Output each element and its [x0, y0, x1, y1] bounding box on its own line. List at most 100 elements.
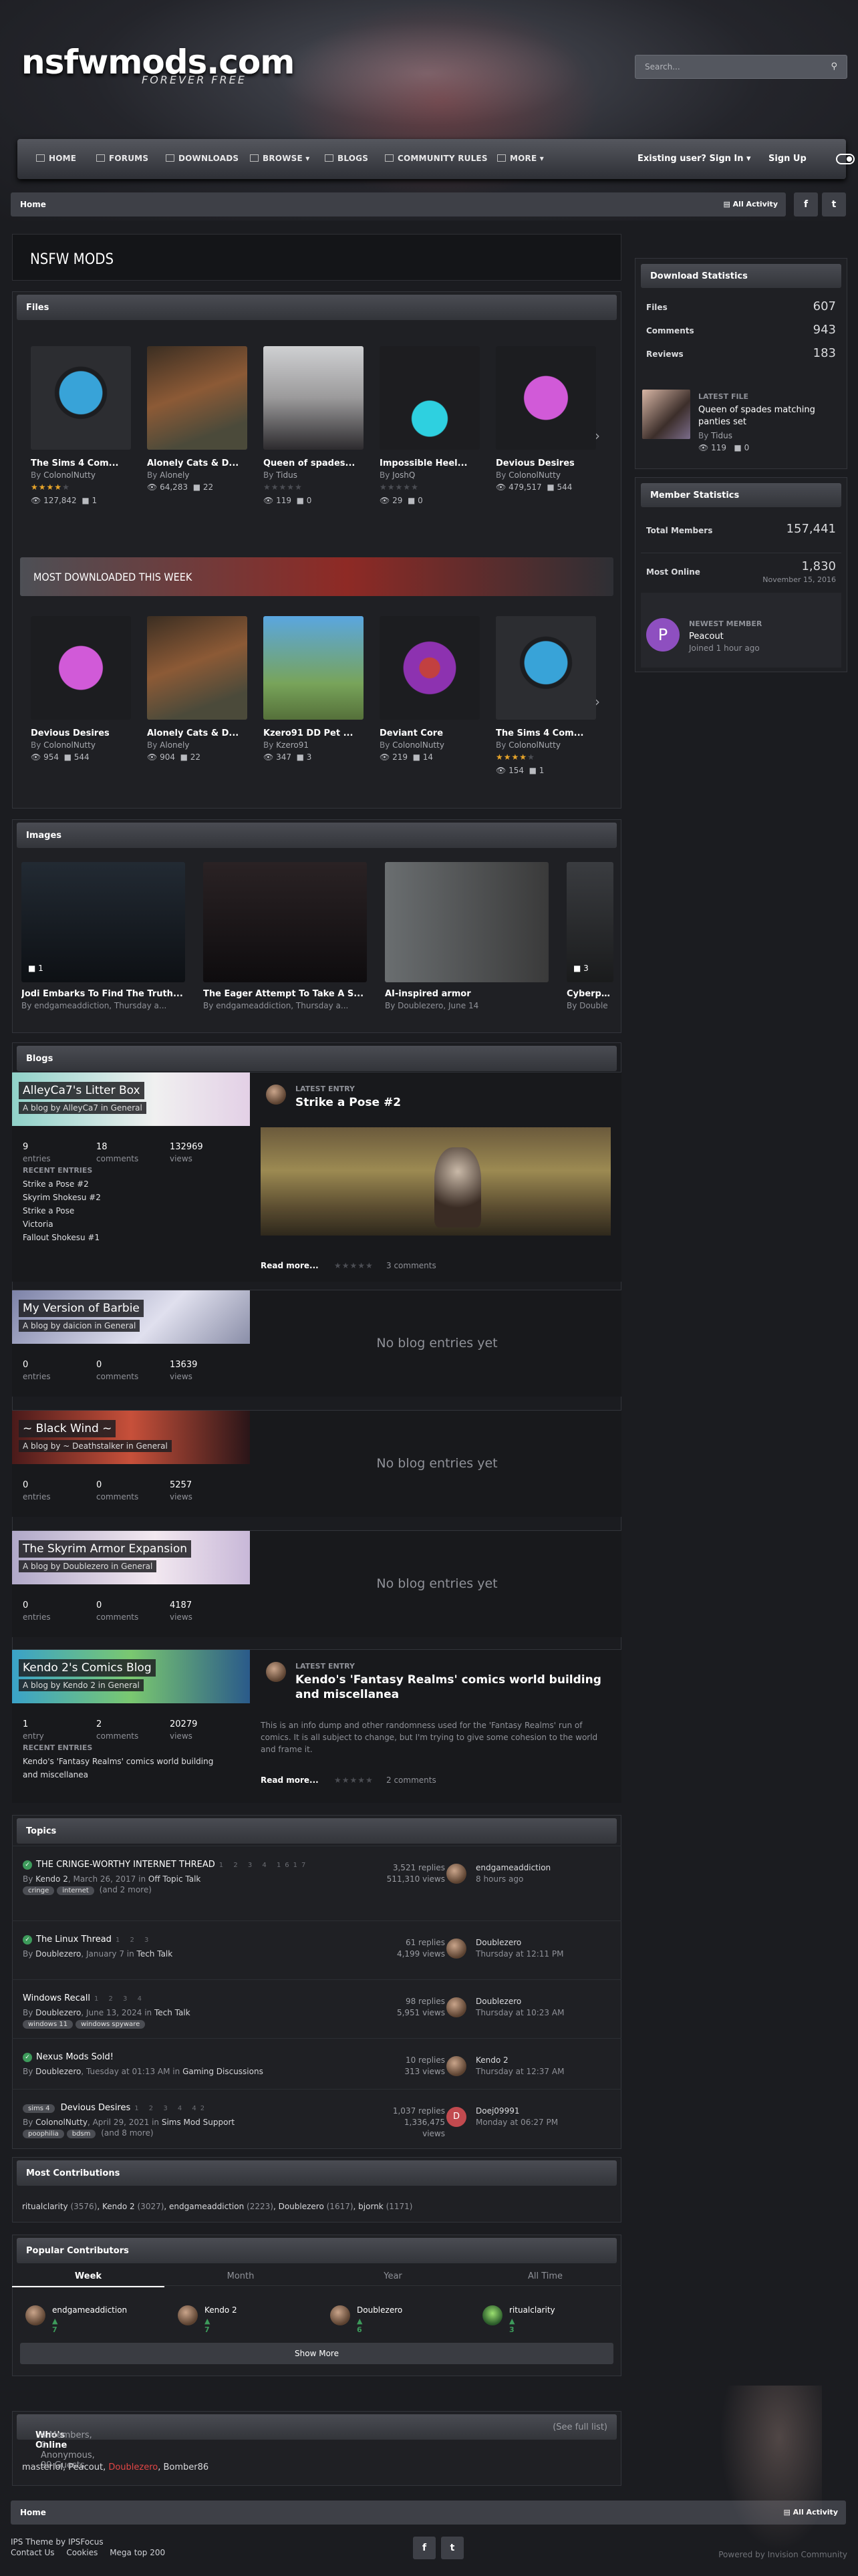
- blog-author-avatar[interactable]: [266, 1085, 286, 1105]
- topic-pages[interactable]: 1 2 3 4 1617: [219, 1862, 310, 1869]
- contributor-avatar[interactable]: [482, 2305, 503, 2325]
- last-poster-avatar[interactable]: [446, 2056, 466, 2076]
- contributor-avatar[interactable]: [178, 2305, 198, 2325]
- newest-member-avatar[interactable]: P: [646, 618, 680, 652]
- twitter-icon[interactable]: t: [822, 192, 846, 217]
- contributor-avatar[interactable]: [25, 2305, 45, 2325]
- blog-name[interactable]: AlleyCa7's Litter Box: [19, 1082, 144, 1099]
- author-link[interactable]: Alonely: [160, 470, 189, 480]
- author-link[interactable]: ColonolNutty: [509, 740, 561, 750]
- latest-file-title[interactable]: Queen of spades matching panties set: [698, 404, 839, 428]
- topic-pages[interactable]: 1 2 3 4: [94, 1995, 146, 2003]
- last-poster-avatar[interactable]: [446, 1997, 466, 2017]
- topic-author[interactable]: Doublezero: [35, 1949, 81, 1959]
- author-link[interactable]: Tidus: [276, 470, 297, 480]
- all-activity-link[interactable]: ▤ All Activity: [723, 200, 778, 208]
- gallery-image[interactable]: [385, 862, 549, 982]
- show-more-button[interactable]: Show More: [20, 2343, 613, 2364]
- topic-title[interactable]: ✓ Nexus Mods Sold!: [23, 2052, 114, 2062]
- nav-community-rules[interactable]: Community Rules: [385, 154, 488, 163]
- file-card-thumbnail[interactable]: [31, 346, 131, 450]
- search-icon[interactable]: ⚲: [831, 61, 837, 71]
- tab-year[interactable]: Year: [317, 2271, 469, 2281]
- blog-cover[interactable]: ~ Black Wind ~ A blog by ~ Deathstalker i…: [12, 1411, 250, 1464]
- latest-entry-title[interactable]: Kendo's 'Fantasy Realms' comics world bu…: [295, 1673, 609, 1702]
- online-user-link[interactable]: Bomber86: [164, 2462, 209, 2472]
- tag-chip[interactable]: windows spyware: [76, 2020, 146, 2029]
- recent-entry-link[interactable]: Strike a Pose: [23, 1206, 74, 1215]
- contributor-link[interactable]: ritualclarity (3576): [22, 2202, 97, 2211]
- topic-prefix[interactable]: sims 4: [23, 2104, 55, 2113]
- recent-entry-link[interactable]: Skyrim Shokesu #2: [23, 1193, 101, 1202]
- popular-file-thumbnail[interactable]: [147, 616, 247, 720]
- blog-author-avatar[interactable]: [266, 1662, 286, 1682]
- blog-cover[interactable]: Kendo 2's Comics Blog A blog by Kendo 2 i…: [12, 1650, 250, 1703]
- topic-author[interactable]: Doublezero: [35, 2008, 81, 2017]
- author-link[interactable]: Kzero91: [276, 740, 309, 750]
- contact-us-link[interactable]: Contact Us: [11, 2548, 55, 2557]
- recent-entry-link[interactable]: Strike a Pose #2: [23, 1179, 89, 1189]
- author-link[interactable]: ColonolNutty: [509, 470, 561, 480]
- footer-twitter-icon[interactable]: t: [441, 2537, 464, 2559]
- author-link[interactable]: Alonely: [160, 740, 189, 750]
- file-card-title[interactable]: Impossible Heel...: [380, 458, 480, 468]
- read-more-link[interactable]: Read more...: [261, 1775, 319, 1785]
- recent-entry-link[interactable]: Victoria: [23, 1220, 53, 1229]
- read-more-link[interactable]: Read more...: [261, 1261, 319, 1270]
- topic-forum[interactable]: Sims Mod Support: [162, 2118, 235, 2127]
- tag-chip[interactable]: poophilia: [23, 2130, 64, 2138]
- tag-chip[interactable]: cringe: [23, 1886, 55, 1895]
- cookies-link[interactable]: Cookies: [66, 2548, 98, 2557]
- topic-title[interactable]: ✓ THE CRINGE-WORTHY INTERNET THREAD 1 2 3 …: [23, 1860, 309, 1870]
- blog-name[interactable]: ~ Black Wind ~: [19, 1420, 116, 1437]
- contributor-link[interactable]: bjornk (1171): [358, 2202, 412, 2211]
- tab-week[interactable]: Week: [12, 2271, 164, 2287]
- facebook-icon[interactable]: f: [794, 192, 818, 217]
- last-poster-name[interactable]: Kendo 2: [476, 2055, 564, 2066]
- contributor-name[interactable]: Kendo 2: [204, 2305, 237, 2315]
- nav-forums[interactable]: Forums: [96, 154, 148, 163]
- last-poster-avatar[interactable]: [446, 1939, 466, 1959]
- newest-member-name[interactable]: Peacout: [689, 631, 724, 641]
- last-poster-name[interactable]: Doublezero: [476, 1996, 564, 2007]
- author-link[interactable]: ColonolNutty: [43, 740, 96, 750]
- contributor-link[interactable]: endgameaddiction (2223): [169, 2202, 273, 2211]
- gallery-image[interactable]: [203, 862, 367, 982]
- topic-author[interactable]: Kendo 2: [35, 1874, 68, 1884]
- file-card-thumbnail[interactable]: [147, 346, 247, 450]
- image-title[interactable]: Jodi Embarks To Find The Truth...: [21, 989, 185, 999]
- contributor-name[interactable]: ritualclarity: [509, 2305, 555, 2315]
- popular-file-title[interactable]: Deviant Core: [380, 728, 480, 738]
- footer-facebook-icon[interactable]: f: [413, 2537, 436, 2559]
- blog-name[interactable]: The Skyrim Armor Expansion: [19, 1540, 192, 1558]
- popular-file-thumbnail[interactable]: [380, 616, 480, 720]
- last-poster-avatar[interactable]: D: [446, 2107, 466, 2127]
- topic-forum[interactable]: Tech Talk: [137, 1949, 173, 1959]
- topic-pages[interactable]: 1 2 3: [116, 1937, 152, 1944]
- popular-file-thumbnail[interactable]: [263, 616, 364, 720]
- popular-file-thumbnail[interactable]: [496, 616, 596, 720]
- blog-name[interactable]: Kendo 2's Comics Blog: [19, 1659, 156, 1677]
- file-card-title[interactable]: Devious Desires: [496, 458, 596, 468]
- blog-cover[interactable]: The Skyrim Armor Expansion A blog by Doub…: [12, 1531, 250, 1584]
- contributor-link[interactable]: Doublezero (1617): [279, 2202, 353, 2211]
- author-link[interactable]: ColonolNutty: [392, 740, 444, 750]
- image-title[interactable]: AI-inspired armor: [385, 989, 549, 999]
- contributor-link[interactable]: Kendo 2 (3027): [102, 2202, 164, 2211]
- topic-title[interactable]: sims 4 Devious Desires 1 2 3 4 42: [23, 2103, 208, 2113]
- nav-more[interactable]: More ▾: [497, 154, 544, 163]
- author-link[interactable]: JoshQ: [392, 470, 415, 480]
- author-link[interactable]: ColonolNutty: [43, 470, 96, 480]
- file-card-thumbnail[interactable]: [263, 346, 364, 450]
- topic-title[interactable]: ✓ The Linux Thread 1 2 3: [23, 1935, 152, 1945]
- recent-entry-link[interactable]: Fallout Shokesu #1: [23, 1233, 100, 1242]
- blog-cover[interactable]: AlleyCa7's Litter Box A blog by AlleyCa7 …: [12, 1072, 250, 1126]
- tag-chip[interactable]: bdsm: [66, 2130, 96, 2138]
- nav-blogs[interactable]: Blogs: [325, 154, 368, 163]
- topic-author[interactable]: ColonolNutty: [35, 2118, 88, 2127]
- sign-in-link[interactable]: Existing user? Sign In ▾: [637, 154, 751, 164]
- last-poster-name[interactable]: endgameaddiction: [476, 1862, 551, 1874]
- popular-file-thumbnail[interactable]: [31, 616, 131, 720]
- image-title[interactable]: Cyberpun: [567, 989, 613, 999]
- contributor-avatar[interactable]: [330, 2305, 350, 2325]
